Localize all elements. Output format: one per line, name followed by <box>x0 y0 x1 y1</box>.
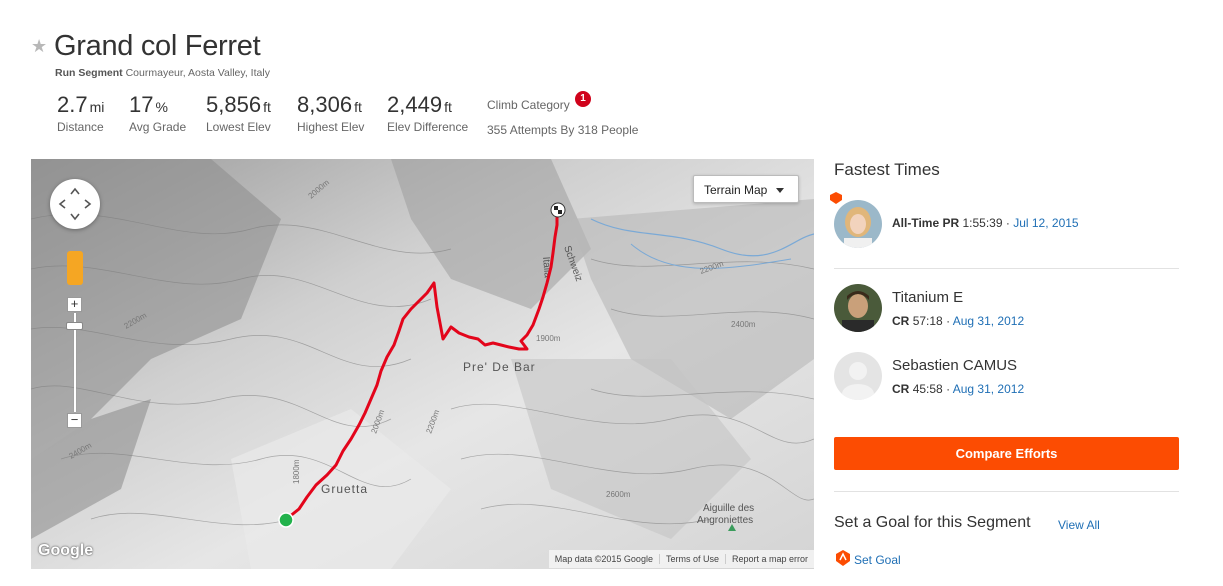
entry-date-link[interactable]: Aug 31, 2012 <box>953 314 1024 328</box>
stat-unit: ft <box>354 99 362 115</box>
climb-category-label: Climb Category <box>487 98 570 112</box>
entry-time: 57:18 <box>912 314 943 328</box>
entry-prefix: CR <box>892 382 910 396</box>
avatar[interactable] <box>834 200 882 248</box>
athlete-name[interactable]: Sebastien CAMUS <box>892 357 1017 374</box>
climb-category-badge: 1 <box>575 91 591 107</box>
pan-control[interactable] <box>50 179 100 229</box>
place-label-pre-de-bar: Pre' De Bar <box>463 360 536 374</box>
stat-avg-grade: 17% Avg Grade <box>129 92 186 134</box>
stat-value: 17 <box>129 92 154 117</box>
entry-time: 1:55:39 <box>962 216 1003 230</box>
stat-value: 2.7 <box>57 92 88 117</box>
favorite-star-icon[interactable]: ★ <box>31 36 47 57</box>
segment-title: Grand col Ferret <box>54 30 261 62</box>
segment-type: Run Segment <box>55 67 123 79</box>
divider <box>834 268 1179 269</box>
entry-date-link[interactable]: Jul 12, 2015 <box>1013 216 1078 230</box>
stat-distance: 2.7 mi Distance <box>57 92 104 134</box>
stat-label: Avg Grade <box>129 120 187 134</box>
map-type-label: Terrain Map <box>704 183 768 197</box>
view-all-link[interactable]: View All <box>1058 518 1100 532</box>
zoom-slider-handle[interactable] <box>66 322 83 330</box>
stat-unit: mi <box>89 99 105 115</box>
goal-flag-icon <box>836 550 850 566</box>
contour-label: 2600m <box>606 490 631 499</box>
entry-prefix: All-Time PR <box>892 216 960 230</box>
fastest-times-heading: Fastest Times <box>834 160 940 179</box>
stat-elev-difference: 2,449 ft Elev Difference <box>387 92 468 134</box>
pan-arrows-icon <box>58 187 92 221</box>
entry-separator: · <box>946 382 951 396</box>
attempts-count: 355 Attempts By 318 People <box>487 123 639 137</box>
stat-unit: % <box>155 99 168 115</box>
map-type-dropdown[interactable]: Terrain Map <box>693 175 799 203</box>
stat-lowest-elev: 5,856 ft Lowest Elev <box>206 92 271 134</box>
athlete-name[interactable]: Titanium E <box>892 289 963 306</box>
zoom-out-button[interactable]: − <box>67 413 82 428</box>
segment-location: Courmayeur, Aosta Valley, Italy <box>125 67 270 79</box>
compare-efforts-button[interactable]: Compare Efforts <box>834 437 1179 470</box>
entry-prefix: CR <box>892 314 910 328</box>
avatar[interactable] <box>834 352 882 400</box>
set-goal-heading: Set a Goal for this Segment <box>834 514 1031 531</box>
stat-unit: ft <box>263 99 271 115</box>
segment-subtitle: Run Segment Courmayeur, Aosta Valley, It… <box>55 67 270 79</box>
stat-label: Elev Difference <box>387 120 469 134</box>
place-label-aiguille: Aiguille des <box>703 503 754 514</box>
entry-date-link[interactable]: Aug 31, 2012 <box>953 382 1024 396</box>
stat-label: Lowest Elev <box>206 120 271 134</box>
personal-record-icon <box>830 192 842 204</box>
stat-value: 5,856 <box>206 92 262 117</box>
divider <box>834 491 1179 492</box>
entry-result: All-Time PR 1:55:39 · Jul 12, 2015 <box>892 216 1079 230</box>
map-attribution: Map data ©2015 Google Terms of Use Repor… <box>548 550 814 568</box>
entry-result: CR 57:18 · Aug 31, 2012 <box>892 314 1024 328</box>
place-label-gruetta: Gruetta <box>321 482 368 496</box>
terrain-layer: Pre' De Bar Gruetta Aiguille des Angroni… <box>31 159 814 569</box>
report-map-error-link[interactable]: Report a map error <box>724 554 814 564</box>
map-data-credit: Map data ©2015 Google <box>554 554 653 564</box>
contour-label: 1800m <box>292 459 301 484</box>
terms-of-use-link[interactable]: Terms of Use <box>658 554 725 564</box>
avatar[interactable] <box>834 284 882 332</box>
stat-label: Highest Elev <box>297 120 365 134</box>
entry-result: CR 45:58 · Aug 31, 2012 <box>892 382 1024 396</box>
stat-unit: ft <box>444 99 452 115</box>
stat-value: 8,306 <box>297 92 353 117</box>
route-finish-marker[interactable] <box>550 202 566 218</box>
stat-value: 2,449 <box>387 92 443 117</box>
stat-highest-elev: 8,306 ft Highest Elev <box>297 92 364 134</box>
contour-label: 1900m <box>536 334 561 343</box>
entry-separator: · <box>1005 216 1010 230</box>
stat-label: Distance <box>57 120 104 134</box>
segment-map[interactable]: Pre' De Bar Gruetta Aiguille des Angroni… <box>31 159 814 569</box>
entry-separator: · <box>946 314 951 328</box>
place-label-angroniettes: Angroniettes <box>697 515 753 526</box>
entry-time: 45:58 <box>912 382 943 396</box>
set-goal-link[interactable]: Set Goal <box>854 553 901 567</box>
chevron-down-icon <box>776 188 784 193</box>
zoom-in-button[interactable]: + <box>67 297 82 312</box>
route-start-marker[interactable] <box>278 512 294 528</box>
google-logo: Google <box>38 542 94 559</box>
street-view-pegman-icon[interactable] <box>67 251 83 285</box>
contour-label: 2400m <box>731 320 756 329</box>
